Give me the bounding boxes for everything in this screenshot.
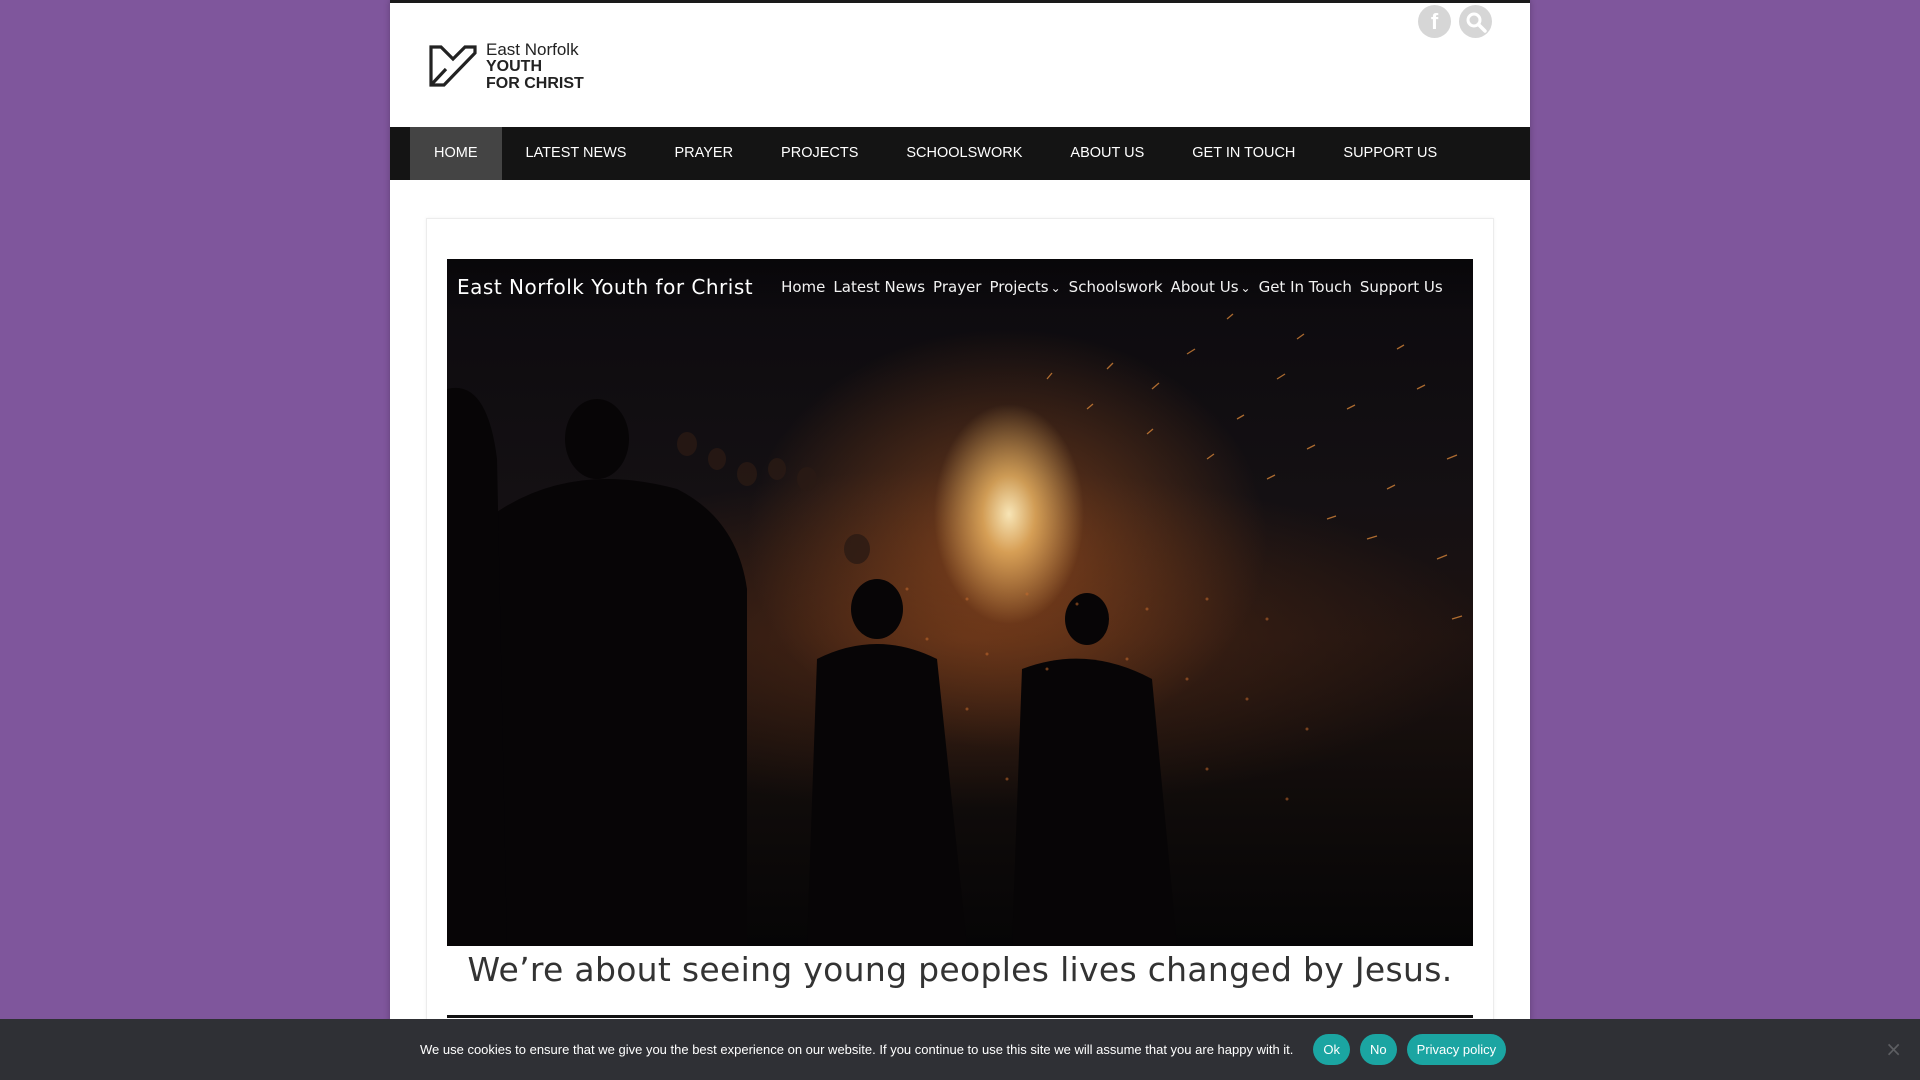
nav-item-support-us[interactable]: SUPPORT US: [1319, 127, 1461, 180]
nav-item-about-us[interactable]: ABOUT US: [1046, 127, 1168, 180]
site-header: East Norfolk YOUTH FOR CHRIST f: [390, 3, 1530, 127]
hero-site-title[interactable]: East Norfolk Youth for Christ: [457, 275, 753, 299]
hero-link-support-us[interactable]: Support Us: [1360, 278, 1443, 296]
main-navigation: HOME LATEST NEWS PRAYER PROJECTS SCHOOLS…: [390, 127, 1530, 180]
hero-banner: East Norfolk Youth for Christ Home Lates…: [447, 259, 1473, 946]
hero-link-about-us-label: About Us: [1170, 278, 1239, 296]
facebook-icon[interactable]: f: [1418, 5, 1451, 38]
hero-link-schoolswork[interactable]: Schoolswork: [1069, 278, 1163, 296]
hero-link-get-in-touch[interactable]: Get In Touch: [1259, 278, 1352, 296]
logo-wordmark: East Norfolk YOUTH FOR CHRIST: [486, 41, 584, 92]
social-icons: f: [1418, 5, 1492, 38]
logo-line-2: YOUTH: [486, 58, 542, 75]
nav-item-projects[interactable]: PROJECTS: [757, 127, 882, 180]
search-icon[interactable]: [1459, 5, 1492, 38]
cookie-notice: We use cookies to ensure that we give yo…: [0, 1019, 1920, 1080]
tagline: We’re about seeing young peoples lives c…: [467, 950, 1453, 989]
hero-link-prayer[interactable]: Prayer: [933, 278, 981, 296]
hero-link-latest-news[interactable]: Latest News: [833, 278, 925, 296]
magnifier-glyph: [1466, 12, 1487, 33]
silhouettes: [447, 313, 1463, 946]
logo-line-1: East Norfolk: [486, 40, 579, 59]
hero-link-projects-label: Projects: [989, 278, 1049, 296]
cookie-message: We use cookies to ensure that we give yo…: [420, 1042, 1294, 1057]
heart-logo-icon: [429, 45, 477, 87]
nav-item-home[interactable]: HOME: [410, 127, 502, 180]
privacy-policy-button[interactable]: Privacy policy: [1406, 1034, 1507, 1065]
nav-item-prayer[interactable]: PRAYER: [650, 127, 757, 180]
hero-links: Home Latest News Prayer Projects ⌄ School…: [781, 278, 1443, 296]
site-logo[interactable]: East Norfolk YOUTH FOR CHRIST: [428, 41, 584, 92]
nav-item-get-in-touch[interactable]: GET IN TOUCH: [1168, 127, 1319, 180]
chevron-down-icon: ⌄: [1050, 281, 1061, 295]
nav-item-schoolswork[interactable]: SCHOOLSWORK: [882, 127, 1046, 180]
content-divider: [447, 1015, 1473, 1018]
hero-navigation: East Norfolk Youth for Christ Home Lates…: [447, 259, 1473, 315]
cookie-no-button[interactable]: No: [1360, 1034, 1397, 1065]
hero-link-projects[interactable]: Projects ⌄: [989, 278, 1060, 296]
cookie-ok-button[interactable]: Ok: [1313, 1034, 1351, 1065]
hero-link-home[interactable]: Home: [781, 278, 825, 296]
chevron-down-icon: ⌄: [1240, 281, 1251, 295]
logo-line-3: FOR CHRIST: [486, 75, 584, 92]
close-icon[interactable]: ×: [1885, 1037, 1902, 1061]
hero-link-about-us[interactable]: About Us ⌄: [1171, 278, 1251, 296]
nav-item-latest-news[interactable]: LATEST NEWS: [502, 127, 651, 180]
